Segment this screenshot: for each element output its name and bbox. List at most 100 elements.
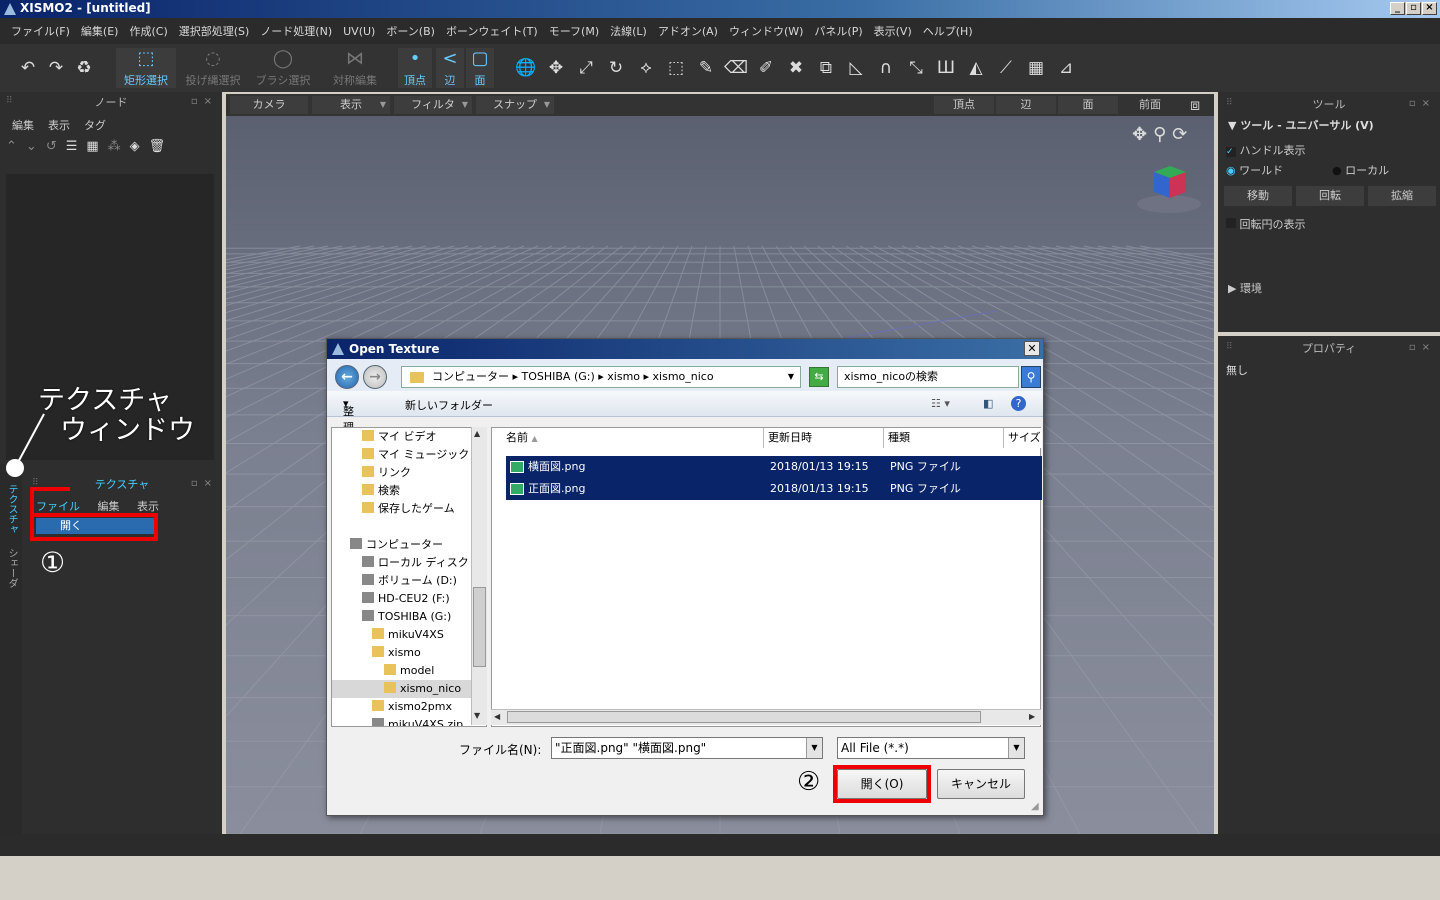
move-button[interactable]: 移動 xyxy=(1224,186,1292,206)
list-icon[interactable]: ☰ xyxy=(66,139,87,154)
menu-window[interactable]: ウィンドウ(W) xyxy=(729,23,803,39)
globe-icon[interactable]: 🌐 xyxy=(514,58,538,78)
arch-icon[interactable]: ∩ xyxy=(874,58,898,78)
lasso-select-button[interactable]: ◌ 投げ縄選択 xyxy=(182,48,244,88)
tree-item[interactable]: HD-CEU2 (F:) xyxy=(362,590,450,608)
cancel-button[interactable]: キャンセル xyxy=(937,769,1025,799)
corner-icon[interactable]: ◺ xyxy=(844,58,868,78)
menu-panel[interactable]: パネル(P) xyxy=(814,23,862,39)
restore-button[interactable]: ▫ xyxy=(1406,2,1421,15)
node-menu-tag[interactable]: タグ xyxy=(84,119,106,132)
scroll-right-icon[interactable]: ▶ xyxy=(1029,712,1035,721)
menu-normal[interactable]: 法線(L) xyxy=(610,23,647,39)
minimize-button[interactable]: _ xyxy=(1390,2,1405,15)
menu-create[interactable]: 作成(C) xyxy=(129,23,167,39)
panel-window-buttons[interactable]: ▫× xyxy=(1409,98,1436,109)
column-name[interactable]: 名前 ▲ xyxy=(492,428,764,448)
tree-item[interactable]: リンク xyxy=(362,464,411,482)
undo-icon[interactable]: ↶ xyxy=(16,58,40,78)
filename-input[interactable]: "正面図.png" "横面図.png" ▼ xyxy=(551,737,823,759)
texture-menu-view[interactable]: 表示 xyxy=(137,500,159,513)
tree-item[interactable]: ローカル ディスク (C xyxy=(362,554,484,572)
grip-icon[interactable]: ⠿ xyxy=(1226,98,1234,108)
snap-tab[interactable]: スナップ ▼ xyxy=(476,96,554,114)
camera-tab[interactable]: カメラ xyxy=(230,96,308,114)
close-button[interactable]: × xyxy=(1422,2,1437,15)
zoom-icon[interactable]: ⚲ xyxy=(1153,124,1172,145)
scroll-thumb[interactable] xyxy=(507,711,981,723)
menu-edit[interactable]: 編集(E) xyxy=(81,23,119,39)
tree-item[interactable]: マイ ビデオ xyxy=(362,428,437,446)
menu-bone[interactable]: ボーン(B) xyxy=(386,23,435,39)
scroll-up-icon[interactable]: ▲ xyxy=(474,429,480,438)
new-folder-button[interactable]: 新しいフォルダー xyxy=(405,397,493,413)
tree-scrollbar[interactable]: ▲ ▼ xyxy=(471,427,487,725)
scroll-thumb[interactable] xyxy=(473,587,486,667)
orbit-icon[interactable]: ⟳ xyxy=(1172,124,1193,145)
menu-bone-weight[interactable]: ボーンウェイト(T) xyxy=(446,23,538,39)
texture-side-tab[interactable]: テクスチャ xyxy=(4,484,19,534)
face-mode-button[interactable]: ▢ 面 xyxy=(466,48,494,88)
cross-icon[interactable]: ✖ xyxy=(784,58,808,78)
chevron-down-icon[interactable]: ▼ xyxy=(806,738,822,758)
tree-item-selected[interactable]: xismo_nico xyxy=(332,680,472,698)
file-type-select[interactable]: All File (*.*) ▼ xyxy=(837,737,1025,759)
marquee-icon[interactable]: ⬚ xyxy=(664,58,688,78)
back-button[interactable]: ← xyxy=(335,365,359,389)
trash-icon[interactable]: 🗑 xyxy=(149,139,175,154)
tree-item[interactable]: TOSHIBA (G:) xyxy=(362,608,451,626)
pen-icon[interactable]: ✎ xyxy=(694,58,718,78)
tree-item[interactable]: 検索 xyxy=(362,482,400,500)
down-icon[interactable]: ⌄ xyxy=(26,139,46,154)
chevron-down-icon[interactable]: ▼ xyxy=(788,367,794,387)
file-row[interactable]: 正面図.png 2018/01/13 19:15 PNG ファイル xyxy=(506,478,1042,500)
viewport-vertex-tab[interactable]: 頂点 xyxy=(934,96,994,114)
help-icon[interactable]: ? xyxy=(1011,396,1026,411)
up-icon[interactable]: ⌃ xyxy=(6,139,26,154)
group-icon[interactable]: ⁂ xyxy=(108,139,130,154)
column-size[interactable]: サイズ xyxy=(1004,428,1042,448)
menu-file[interactable]: ファイル(F) xyxy=(11,23,70,39)
shrink-icon[interactable]: ⤡ xyxy=(904,58,928,78)
chevron-down-icon[interactable]: ▼ xyxy=(1008,738,1024,758)
scroll-left-icon[interactable]: ◀ xyxy=(494,712,500,721)
scroll-down-icon[interactable]: ▼ xyxy=(474,711,480,720)
grid-icon[interactable]: ▦ xyxy=(86,139,107,154)
scale-button[interactable]: 拡縮 xyxy=(1368,186,1436,206)
cube-icon[interactable]: ◈ xyxy=(130,139,149,154)
view-cube-toggle-icon[interactable]: ⧈ xyxy=(1190,95,1200,115)
tree-item[interactable]: model xyxy=(384,662,434,680)
dialog-close-button[interactable]: ✕ xyxy=(1024,341,1040,356)
tree-item[interactable]: マイ ミュージック xyxy=(362,446,469,464)
local-radio[interactable]: ● ローカル xyxy=(1332,162,1389,178)
pan-icon[interactable]: ✥ xyxy=(1132,124,1153,145)
file-list-hscrollbar[interactable]: ◀ ▶ xyxy=(491,709,1041,725)
scale-icon[interactable]: ⤢ xyxy=(574,58,598,78)
viewport-edge-tab[interactable]: 辺 xyxy=(996,96,1056,114)
tree-item[interactable]: mikuV4XS.zip xyxy=(372,716,463,726)
move-icon[interactable]: ✥ xyxy=(544,58,568,78)
panel-window-buttons[interactable]: ▫× xyxy=(191,478,218,489)
menu-node[interactable]: ノード処理(N) xyxy=(260,23,332,39)
refresh-button[interactable]: ⇆ xyxy=(809,367,829,387)
menu-addon[interactable]: アドオン(A) xyxy=(658,23,718,39)
brush-select-button[interactable]: ◯ ブラシ選択 xyxy=(252,48,314,88)
edit-shape-icon[interactable]: ⊿ xyxy=(1054,58,1078,78)
resize-grip-icon[interactable]: ◢ xyxy=(1031,801,1039,812)
panel-window-buttons[interactable]: ▫× xyxy=(1409,342,1436,353)
tree-item[interactable]: xismo xyxy=(372,644,421,662)
rotate-button[interactable]: 回転 xyxy=(1296,186,1364,206)
search-input[interactable]: xismo_nicoの検索 xyxy=(837,366,1019,388)
rotation-circle-checkbox[interactable]: 回転円の表示 xyxy=(1226,216,1306,232)
film-icon[interactable]: ▦ xyxy=(1024,58,1048,78)
organize-button[interactable]: 整理 ▾ xyxy=(343,397,354,434)
handle-display-checkbox[interactable]: ✓ ハンドル表示 xyxy=(1226,142,1306,158)
recycle-icon[interactable]: ♻ xyxy=(72,58,96,78)
menu-morph[interactable]: モーフ(M) xyxy=(549,23,599,39)
reset-icon[interactable]: ↺ xyxy=(46,139,66,154)
node-menu-edit[interactable]: 編集 xyxy=(12,119,34,132)
front-view-tab[interactable]: 前面 xyxy=(1120,96,1180,114)
menu-view[interactable]: 表示(V) xyxy=(874,23,912,39)
column-date[interactable]: 更新日時 xyxy=(764,428,884,448)
tree-item[interactable]: mikuV4XS xyxy=(372,626,444,644)
